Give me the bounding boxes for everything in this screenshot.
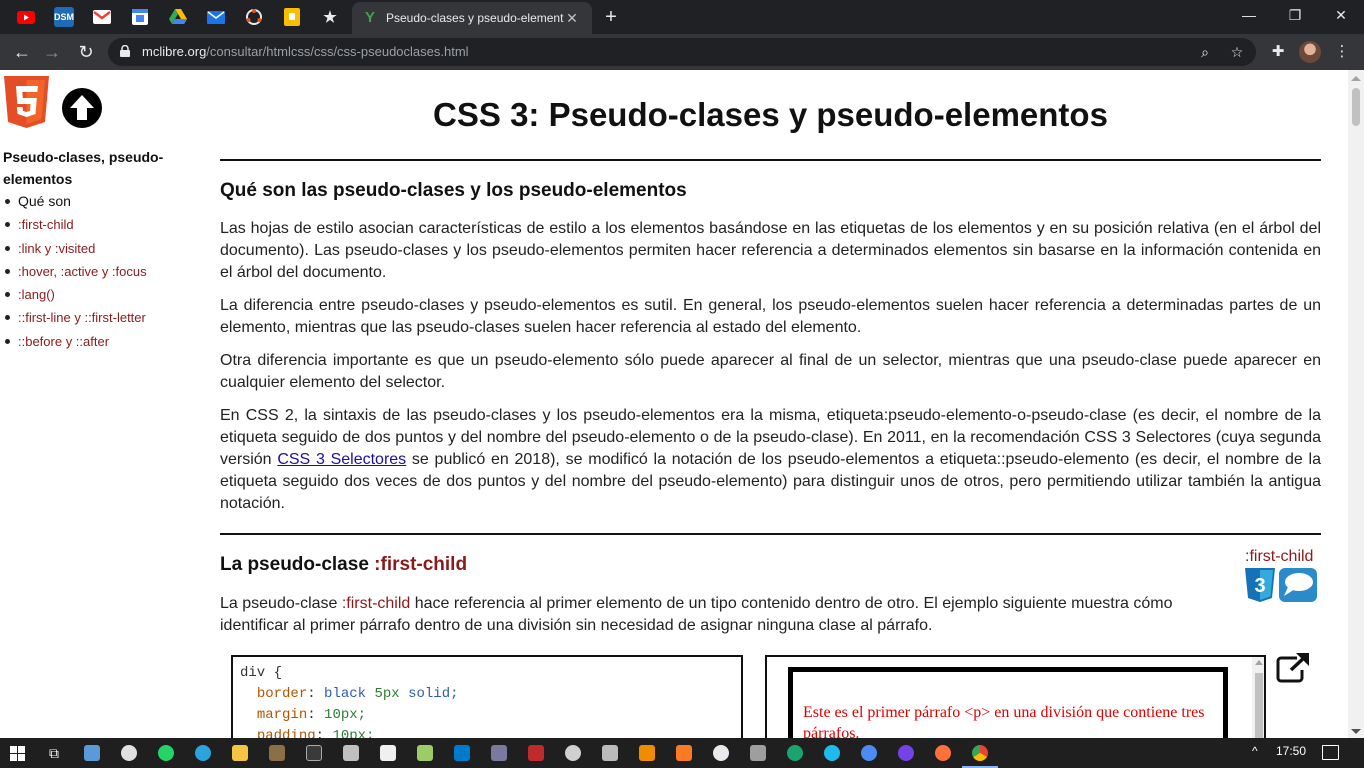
mail-icon[interactable] [206,7,226,27]
chrome-menu-icon[interactable]: ⋮ [1332,42,1352,62]
keep-icon[interactable] [282,7,302,27]
section-divider [220,533,1321,535]
tab-close-icon[interactable]: ✕ [564,10,580,27]
sidebar-item-first-line-letter[interactable]: ::first-line y ::first-letter [5,306,147,329]
notifications-icon[interactable] [1322,745,1339,760]
sidebar-item-hover-active-focus[interactable]: :hover, :active y :focus [5,260,147,283]
page-title: CSS 3: Pseudo-clases y pseudo-elementos [433,96,1108,133]
terminal-icon[interactable] [306,745,322,761]
cube-app-icon[interactable] [602,745,618,761]
browser-toolbar: ← → ↻ mclibre.org/consultar/htmlcss/css/… [0,34,1364,70]
first-child-tag: :first-child [1245,548,1314,565]
windows-taskbar: ⧉ ^ 17:50 [0,738,1364,768]
internet-explorer-icon[interactable] [824,745,840,761]
forward-arrow-icon[interactable]: → [40,40,64,64]
result-example-frame[interactable]: Este es el primer párrafo <p> en una div… [765,655,1266,738]
first-child-paragraph: La pseudo-clase :first-child hace refere… [220,595,1173,634]
sidebar-item-que-son[interactable]: Qué son [5,190,147,213]
firefox-dev-icon[interactable] [898,745,914,761]
address-bar[interactable]: mclibre.org/consultar/htmlcss/css/css-ps… [108,38,1256,66]
gmail-icon[interactable] [92,7,112,27]
mclibre-favicon-icon: Y [364,9,375,26]
sidebar-item-lang[interactable]: :lang() [5,283,147,306]
notepad-icon[interactable] [417,745,433,761]
vscode-icon[interactable] [454,745,470,761]
speech-bubble-icon [1279,568,1317,602]
paragraph-2: La diferencia entre pseudo-clases y pseu… [220,297,1321,336]
title-divider [220,159,1321,161]
css3-logo-icon: 3 [1245,568,1275,602]
reload-icon[interactable]: ↻ [74,40,98,64]
scrollbar-thumb[interactable] [1352,88,1360,126]
paragraph-1: Las hojas de estilo asocian característi… [220,220,1321,281]
calendar-icon[interactable] [130,7,150,27]
sidebar-item-first-child[interactable]: :first-child [5,213,147,236]
result-first-paragraph: Este es el primer párrafo <p> en una div… [803,704,1205,738]
library-icon[interactable] [269,745,285,761]
document-app-icon[interactable] [380,745,396,761]
profile-avatar[interactable] [1299,41,1321,63]
vlc-icon[interactable] [639,745,655,761]
image-viewer-icon[interactable] [750,745,766,761]
css3-selectores-link[interactable]: CSS 3 Selectores [277,451,406,468]
chrome-icon[interactable] [972,745,988,761]
inkscape-icon[interactable] [565,745,581,761]
sidebar-nav: Qué son :first-child :link y :visited :h… [5,190,147,353]
dsm-icon[interactable]: DSM [54,7,74,27]
media-player-icon[interactable] [713,745,729,761]
scroll-up-arrow-icon[interactable] [1351,76,1361,81]
go-up-arrow-icon[interactable] [62,88,102,128]
task-view-icon[interactable]: ⧉ [43,743,65,763]
whatsapp-icon[interactable] [158,745,174,761]
dash-app-icon[interactable] [491,745,507,761]
tab-active[interactable]: Y Pseudo-clases y pseudo-element ✕ [352,2,592,34]
taskbar-clock[interactable]: 17:50 [1276,744,1306,758]
filezilla-icon[interactable] [528,745,544,761]
window-close-icon[interactable]: ✕ [1326,4,1356,26]
back-arrow-icon[interactable]: ← [10,40,34,64]
paragraph-4: En CSS 2, la sintaxis de las pseudo-clas… [220,407,1321,512]
keyboard-app-icon[interactable] [84,745,100,761]
url-text: mclibre.org/consultar/htmlcss/css/css-ps… [142,44,469,59]
html5-logo-icon[interactable] [4,76,49,128]
paragraph-3: Otra diferencia importante es que un pse… [220,352,1321,391]
sidebar-item-link-visited[interactable]: :link y :visited [5,237,147,260]
tray-expand-icon[interactable]: ^ [1252,744,1258,758]
scroll-down-arrow-icon[interactable] [1351,729,1361,734]
telegram-icon[interactable] [195,745,211,761]
section-heading-first-child: La pseudo-clase :first-child [220,554,468,575]
tab-strip: DSM ★ Y Pseudo-clases y pseudo-element ✕… [0,0,1364,34]
xampp-icon[interactable] [676,745,692,761]
app-shield-icon[interactable] [121,745,137,761]
restore-icon[interactable]: ❐ [1280,4,1310,26]
drive-icon[interactable] [168,7,188,27]
result-scrollbar[interactable] [1252,657,1264,738]
firefox-icon[interactable] [935,745,951,761]
code-example[interactable]: div { border: black 5px solid; margin: 1… [231,655,743,738]
zoom-icon[interactable]: ⌕ [1196,43,1214,61]
bookmark-star-icon[interactable]: ★ [320,7,340,27]
section-heading-que-son: Qué son las pseudo-clases y los pseudo-e… [220,180,687,201]
youtube-icon[interactable] [16,7,36,27]
chromium-icon[interactable] [861,745,877,761]
lock-icon [120,45,130,57]
window-app-icon[interactable] [343,745,359,761]
extensions-puzzle-icon[interactable]: ✚ [1268,42,1288,62]
svg-text:3: 3 [1254,575,1265,597]
bookmark-star-outline-icon[interactable]: ☆ [1228,43,1246,61]
result-division: Este es el primer párrafo <p> en una div… [788,667,1228,738]
edge-icon[interactable] [787,745,803,761]
page-viewport: Pseudo-clases, pseudo-elementos Qué son … [0,70,1348,738]
tab-title: Pseudo-clases y pseudo-element [386,11,564,25]
page-scrollbar[interactable] [1348,70,1364,738]
minimize-icon[interactable]: — [1234,4,1264,26]
sidebar-item-before-after[interactable]: ::before y ::after [5,330,147,353]
ubuntu-icon[interactable] [244,7,264,27]
new-tab-button[interactable]: + [600,6,622,28]
open-external-icon[interactable] [1275,652,1311,684]
windows-start-icon[interactable] [10,746,25,761]
file-explorer-icon[interactable] [232,745,248,761]
sidebar-title: Pseudo-clases, pseudo-elementos [3,149,164,187]
